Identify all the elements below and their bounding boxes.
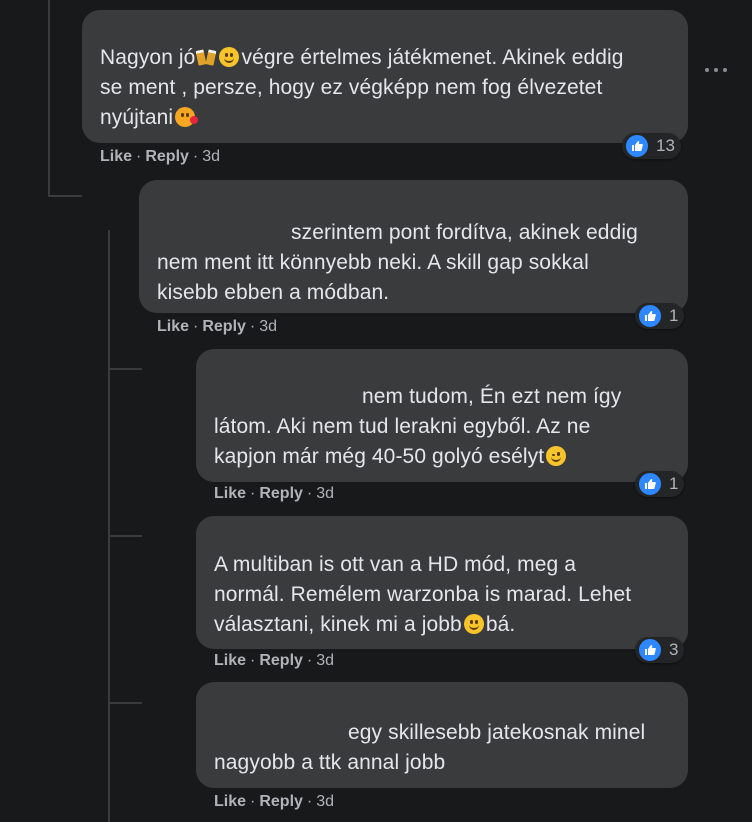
- like-link[interactable]: Like: [157, 318, 189, 335]
- reply-link[interactable]: Reply: [259, 485, 303, 502]
- thread-line: [108, 535, 142, 537]
- like-reaction-icon: [637, 637, 663, 663]
- kissing-face-icon: [175, 107, 199, 127]
- comment-bubble: Nagyon jó végre értelmes játékmenet. Akin…: [82, 10, 688, 143]
- comment-actions: Like · Reply · 3d: [100, 148, 221, 165]
- comment-bubble: egy skillesebb jatekosnak minel nagyobb …: [196, 682, 688, 788]
- smiling-face-icon: [463, 614, 484, 634]
- thread-line: [48, 195, 82, 197]
- timestamp[interactable]: 3d: [316, 485, 334, 502]
- comment-actions: Like · Reply · 3d: [214, 652, 335, 669]
- beer-mugs-icon: [195, 49, 217, 66]
- like-reaction-icon: [624, 133, 650, 159]
- comment-bubble: A multiban is ott van a HD mód, meg a no…: [196, 516, 688, 649]
- thread-line: [108, 702, 142, 704]
- like-link[interactable]: Like: [100, 148, 132, 165]
- more-options-icon[interactable]: [705, 68, 727, 74]
- comment-bubble: szerintem pont fordítva, akinek eddig ne…: [139, 180, 688, 313]
- thread-line: [108, 230, 110, 822]
- timestamp[interactable]: 3d: [202, 148, 220, 165]
- thread-line: [108, 368, 142, 370]
- reply-link[interactable]: Reply: [259, 793, 303, 810]
- comment-actions: Like · Reply · 3d: [214, 485, 335, 502]
- grinning-face-icon: [219, 47, 240, 67]
- winking-face-icon: [546, 446, 567, 466]
- comment-bubble: nem tudom, Én ezt nem így látom. Aki nem…: [196, 349, 688, 482]
- timestamp[interactable]: 3d: [316, 652, 334, 669]
- like-link[interactable]: Like: [214, 485, 246, 502]
- reply-link[interactable]: Reply: [145, 148, 189, 165]
- timestamp[interactable]: 3d: [259, 318, 277, 335]
- reaction-count[interactable]: 13: [622, 133, 681, 159]
- comment-text: nem tudom, Én ezt nem így látom. Aki nem…: [214, 385, 622, 468]
- comment-text: szerintem pont fordítva, akinek eddig ne…: [157, 221, 638, 304]
- thread-line: [48, 0, 50, 195]
- like-reaction-icon: [637, 303, 663, 329]
- reply-link[interactable]: Reply: [259, 652, 303, 669]
- comment-text: egy skillesebb jatekosnak minel nagyobb …: [214, 721, 646, 774]
- reaction-count[interactable]: 1: [635, 471, 685, 497]
- comment-text: A multiban is ott van a HD mód, meg a no…: [214, 553, 632, 636]
- like-link[interactable]: Like: [214, 793, 246, 810]
- reaction-count[interactable]: 3: [635, 637, 685, 663]
- like-reaction-icon: [637, 471, 663, 497]
- timestamp[interactable]: 3d: [316, 793, 334, 810]
- comment-text: Nagyon jó végre értelmes játékmenet. Akin…: [100, 46, 624, 129]
- comment-actions: Like · Reply · 3d: [157, 318, 278, 335]
- comment-actions: Like · Reply · 3d: [214, 793, 335, 810]
- reply-link[interactable]: Reply: [202, 318, 246, 335]
- reaction-count[interactable]: 1: [635, 303, 685, 329]
- like-link[interactable]: Like: [214, 652, 246, 669]
